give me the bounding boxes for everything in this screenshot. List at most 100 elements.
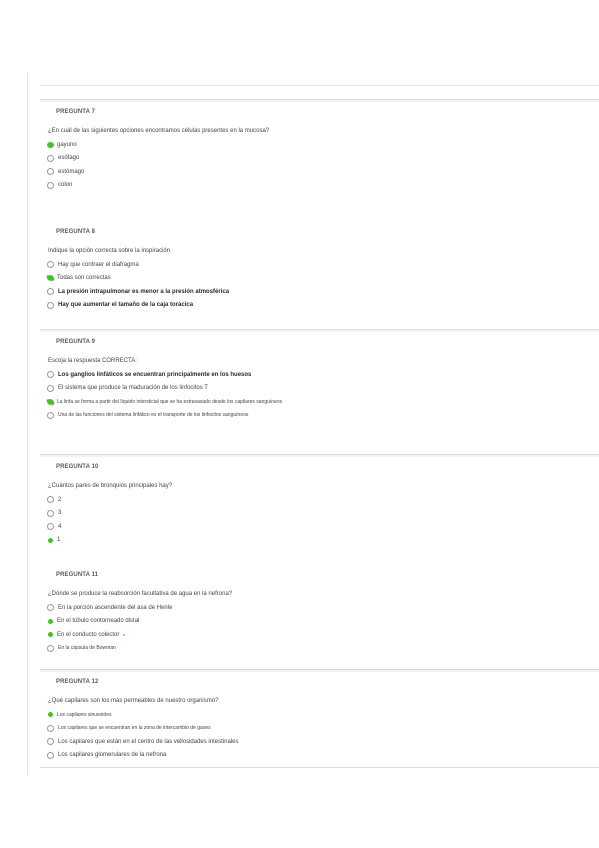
answer-option[interactable]: En el conducto colector bbox=[47, 628, 599, 642]
question-block-8: PREGUNTA 8 Indique la opción correcta so… bbox=[40, 222, 599, 312]
answer-option-label: En la porción ascendente del asa de Henl… bbox=[58, 604, 173, 611]
answer-option[interactable]: Los capilares sinusoides bbox=[47, 708, 599, 722]
radio-button[interactable] bbox=[47, 604, 54, 612]
top-separator bbox=[40, 85, 599, 86]
answer-option-label: En la cápsula de Bowman bbox=[58, 645, 116, 652]
answer-option-label: Una de las funciones del sistema linfáti… bbox=[58, 412, 249, 419]
radio-button[interactable] bbox=[47, 523, 54, 531]
answer-option[interactable]: estómago bbox=[47, 165, 599, 179]
answer-option-label: gayuno bbox=[57, 141, 77, 148]
answer-option-label: Hay que contraer el diafragma bbox=[58, 261, 139, 268]
answer-option-label: La presión intrapulmonar es menor a la p… bbox=[58, 288, 230, 295]
question-text: ¿En cuál de las siguientes opciones enco… bbox=[48, 128, 270, 134]
answer-option-label: 2 bbox=[58, 496, 62, 503]
answer-option[interactable]: El sistema que produce la maduración de … bbox=[47, 382, 599, 396]
question-title: PREGUNTA 11 bbox=[56, 572, 99, 578]
answer-option-label: Todas son correctas bbox=[57, 275, 111, 282]
correct-check-icon bbox=[46, 274, 55, 282]
answer-option-label: estómago bbox=[58, 168, 85, 175]
answer-option[interactable]: Una de las funciones del sistema linfáti… bbox=[47, 409, 599, 423]
answer-option[interactable]: En el túbulo contorneado distal bbox=[47, 615, 599, 629]
radio-button[interactable] bbox=[47, 411, 54, 419]
answer-option-label: Los capilares que están en el centro de … bbox=[58, 738, 239, 745]
answer-option[interactable]: 3 bbox=[47, 507, 599, 521]
answer-option[interactable]: Hay que aumentar el tamaño de la caja to… bbox=[47, 299, 599, 313]
radio-button[interactable] bbox=[47, 154, 54, 162]
radio-button[interactable] bbox=[47, 301, 54, 309]
correct-check-icon bbox=[48, 618, 53, 624]
answer-options: 2 3 4 1 bbox=[47, 493, 599, 547]
feedback-marker-icon bbox=[123, 633, 126, 636]
answer-option-label: Los capilares que se encuentran en la zo… bbox=[58, 725, 211, 732]
answer-options: Hay que contraer el diafragma Todas son … bbox=[46, 258, 599, 313]
answer-option-label: Los ganglios linfáticos se encuentran pr… bbox=[58, 371, 252, 378]
question-title: PREGUNTA 9 bbox=[56, 339, 96, 345]
answer-option-label: 1 bbox=[57, 537, 61, 544]
answer-option-label: 3 bbox=[58, 510, 62, 517]
answer-option-label: En el túbulo contorneado distal bbox=[57, 618, 140, 625]
radio-button[interactable] bbox=[47, 181, 54, 189]
question-title: PREGUNTA 8 bbox=[56, 229, 96, 235]
answer-option-label: esófago bbox=[58, 155, 80, 162]
answer-option[interactable]: La linfa se forma a partir del líquido i… bbox=[46, 395, 599, 409]
answer-options: gayuno esófago estómago colon bbox=[47, 138, 599, 192]
quiz-review-page: PREGUNTA 7 ¿En cuál de las siguientes op… bbox=[0, 0, 599, 848]
answer-option[interactable]: colon bbox=[47, 179, 599, 193]
answer-option[interactable]: En la cápsula de Bowman bbox=[47, 642, 599, 656]
answer-option-label: Los capilares glomerulares de la nefrona bbox=[58, 752, 167, 759]
radio-button[interactable] bbox=[47, 738, 54, 746]
header-shadow bbox=[40, 670, 599, 672]
radio-button[interactable] bbox=[47, 384, 54, 392]
answer-option[interactable]: Hay que contraer el diafragma bbox=[47, 258, 599, 272]
answer-option[interactable]: Los capilares que se encuentran en la zo… bbox=[47, 722, 599, 736]
correct-check-icon bbox=[48, 632, 53, 638]
question-text: Escoja la respuesta CORRECTA: bbox=[48, 358, 137, 364]
answer-option[interactable]: La presión intrapulmonar es menor a la p… bbox=[47, 285, 599, 299]
correct-check-icon bbox=[48, 537, 53, 543]
answer-options: Los ganglios linfáticos se encuentran pr… bbox=[46, 368, 599, 423]
question-title: PREGUNTA 7 bbox=[56, 109, 96, 115]
question-text: Indique la opción correcta sobre la insp… bbox=[48, 248, 171, 254]
answer-option[interactable]: esófago bbox=[47, 152, 599, 166]
correct-check-icon bbox=[47, 141, 54, 148]
answer-option-label: La linfa se forma a partir del líquido i… bbox=[57, 398, 283, 405]
radio-button[interactable] bbox=[47, 371, 54, 379]
answer-option[interactable]: Todas son correctas bbox=[46, 272, 599, 286]
radio-button[interactable] bbox=[47, 261, 54, 269]
header-shadow bbox=[40, 100, 599, 102]
answer-options: Los capilares sinusoides Los capilares q… bbox=[47, 708, 599, 762]
question-block-11: PREGUNTA 11 ¿Dónde se produce la reabsor… bbox=[40, 565, 599, 655]
question-block-7: PREGUNTA 7 ¿En cuál de las siguientes op… bbox=[40, 99, 599, 192]
radio-button[interactable] bbox=[47, 168, 54, 176]
correct-check-icon bbox=[46, 398, 55, 406]
question-title: PREGUNTA 12 bbox=[56, 679, 99, 685]
answer-options: En la porción ascendente del asa de Henl… bbox=[47, 601, 599, 655]
answer-option-label: Hay que aumentar el tamaño de la caja to… bbox=[58, 302, 194, 309]
answer-option[interactable]: Los capilares que están en el centro de … bbox=[47, 735, 599, 749]
answer-option[interactable]: Los capilares glomerulares de la nefrona bbox=[47, 749, 599, 763]
question-text: ¿Cuántos pares de bronquios principales … bbox=[48, 483, 173, 489]
selected-radio-icon[interactable] bbox=[48, 712, 53, 718]
answer-option[interactable]: 1 bbox=[47, 534, 599, 548]
radio-button[interactable] bbox=[47, 644, 54, 652]
bottom-separator bbox=[40, 767, 599, 768]
radio-button[interactable] bbox=[47, 751, 54, 759]
answer-option-label: En el conducto colector bbox=[57, 631, 120, 638]
answer-option-label: colon bbox=[58, 182, 73, 189]
radio-button[interactable] bbox=[47, 724, 54, 732]
left-margin-rule bbox=[27, 73, 28, 775]
question-title: PREGUNTA 10 bbox=[56, 464, 99, 470]
question-block-9: PREGUNTA 9 Escoja la respuesta CORRECTA:… bbox=[40, 329, 599, 422]
header-shadow bbox=[40, 330, 599, 332]
header-shadow bbox=[40, 455, 599, 457]
radio-button[interactable] bbox=[47, 288, 54, 296]
answer-option[interactable]: 4 bbox=[47, 520, 599, 534]
question-text: ¿Qué capilares son los más permeables de… bbox=[48, 698, 219, 704]
answer-option-label: 4 bbox=[58, 523, 62, 530]
answer-option[interactable]: En la porción ascendente del asa de Henl… bbox=[47, 601, 599, 615]
answer-option[interactable]: gayuno bbox=[47, 138, 599, 152]
radio-button[interactable] bbox=[47, 496, 54, 504]
answer-option[interactable]: 2 bbox=[47, 493, 599, 507]
radio-button[interactable] bbox=[47, 509, 54, 517]
answer-option[interactable]: Los ganglios linfáticos se encuentran pr… bbox=[47, 368, 599, 382]
